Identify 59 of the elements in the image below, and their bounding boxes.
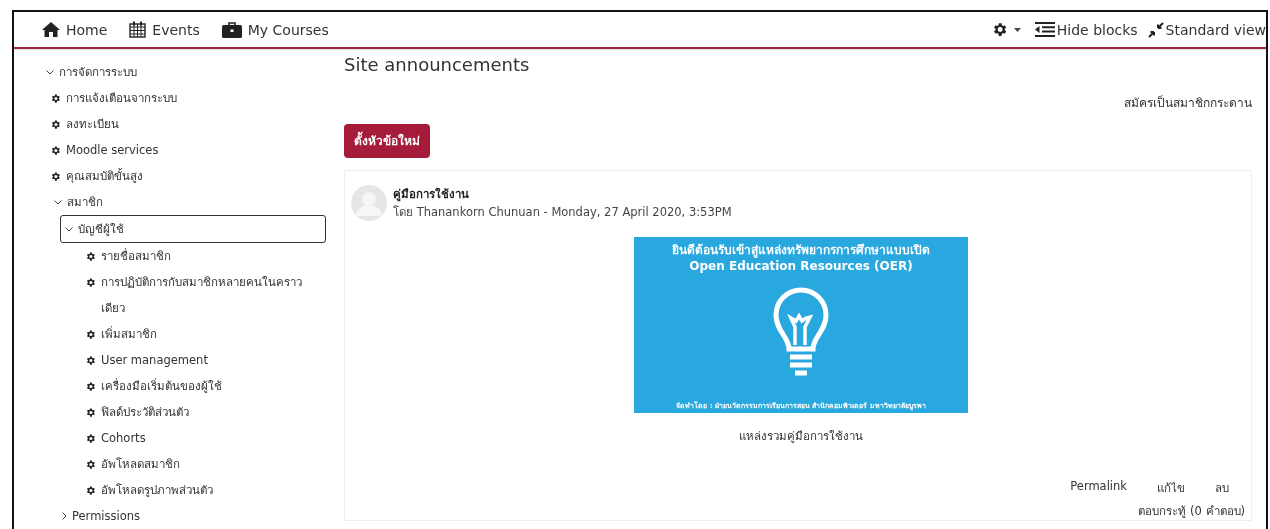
gear-icon [50,119,61,130]
nav-link[interactable]: Home [42,21,108,38]
tree-item[interactable]: ฟิลด์ประวัติส่วนตัว [14,399,320,425]
tree-item[interactable]: เพิ่มสมาชิก [14,321,320,347]
gear-icon [85,485,96,496]
tree-item[interactable]: ลงทะเบียน [14,111,320,137]
briefcase-icon [221,21,242,38]
post-byline: โดย Thanankorn Chunuan - Monday, 27 April 2020, 3:53PM [393,204,732,221]
gear-icon [50,171,61,182]
tree-item[interactable]: คุณสมบัติขั้นสูง [14,163,320,189]
chevron-down-icon [65,226,73,232]
post-caption: แหล่งรวมคู่มือการใช้งาน [739,428,863,445]
post-action-link[interactable]: Permalink [1070,479,1127,497]
calendar-icon [129,21,147,38]
tree-item[interactable]: Cohorts [14,425,320,451]
gear-icon [85,459,96,470]
tree-item[interactable]: อัพโหลดรูปภาพส่วนตัว [14,477,320,503]
post-action-link[interactable]: ลบ [1215,479,1229,497]
standard-view-link[interactable]: Standard view [1147,21,1266,38]
home-icon [42,22,60,37]
gear-icon [85,407,96,418]
avatar-icon [351,185,387,221]
tree-item[interactable]: การแจ้งเตือนจากระบบ [14,85,320,111]
indent-icon [1034,22,1055,37]
tree-item[interactable]: เครื่องมือเริ่มต้นของผู้ใช้ [14,373,320,399]
chevron-right-icon [62,512,67,520]
gear-icon [85,381,96,392]
gear-icon [85,277,96,288]
tree-item[interactable]: User management [14,347,320,373]
gear-icon [85,433,96,444]
lightbulb-icon [772,287,830,377]
hide-blocks-link[interactable]: Hide blocks [1034,21,1138,38]
reply-link[interactable]: ตอบกระทู้ (0 คำตอบ) [1138,504,1245,518]
tree-item[interactable]: สมาชิก [14,189,320,215]
tree-item[interactable]: อัพโหลดสมาชิก [14,451,320,477]
gear-icon [85,251,96,262]
page-title: Site announcements [344,54,530,75]
post-subject: คู่มือการใช้งาน [393,186,470,203]
new-topic-button[interactable]: ตั้งหัวข้อใหม่ [344,124,430,158]
gear-icon [85,355,96,366]
nav-link[interactable]: Events [129,21,200,38]
tree-item[interactable]: Moodle services [14,137,320,163]
tree-item[interactable]: รายชื่อสมาชิก [14,243,320,269]
banner-heading: ยินดีต้อนรับเข้าสู่แหล่งทรัพยากรการศึกษาแบบเปิด [672,242,930,259]
tree-item[interactable]: บัญชีผู้ใช้ [60,215,326,243]
tree-item[interactable]: การปฏิบัติการกับสมาชิกหลายคนในคราวเดียว [14,269,320,321]
tree-item[interactable]: Permissions [14,503,320,529]
chevron-down-icon [46,69,54,75]
subscribe-link[interactable]: สมัครเป็นสมาชิกกระดาน [1124,93,1252,112]
compress-arrows-icon [1147,21,1164,38]
chevron-down-icon [54,199,62,205]
gear-icon [50,93,61,104]
gear-icon [50,145,61,156]
caret-icon [1013,27,1021,32]
nav-link[interactable]: My Courses [221,21,329,38]
tree-item[interactable]: การจัดการระบบ [14,59,320,85]
post-action-link[interactable]: แก้ไข [1157,479,1185,497]
banner-subheading: Open Education Resources (OER) [689,259,913,273]
gear-icon [85,329,96,340]
